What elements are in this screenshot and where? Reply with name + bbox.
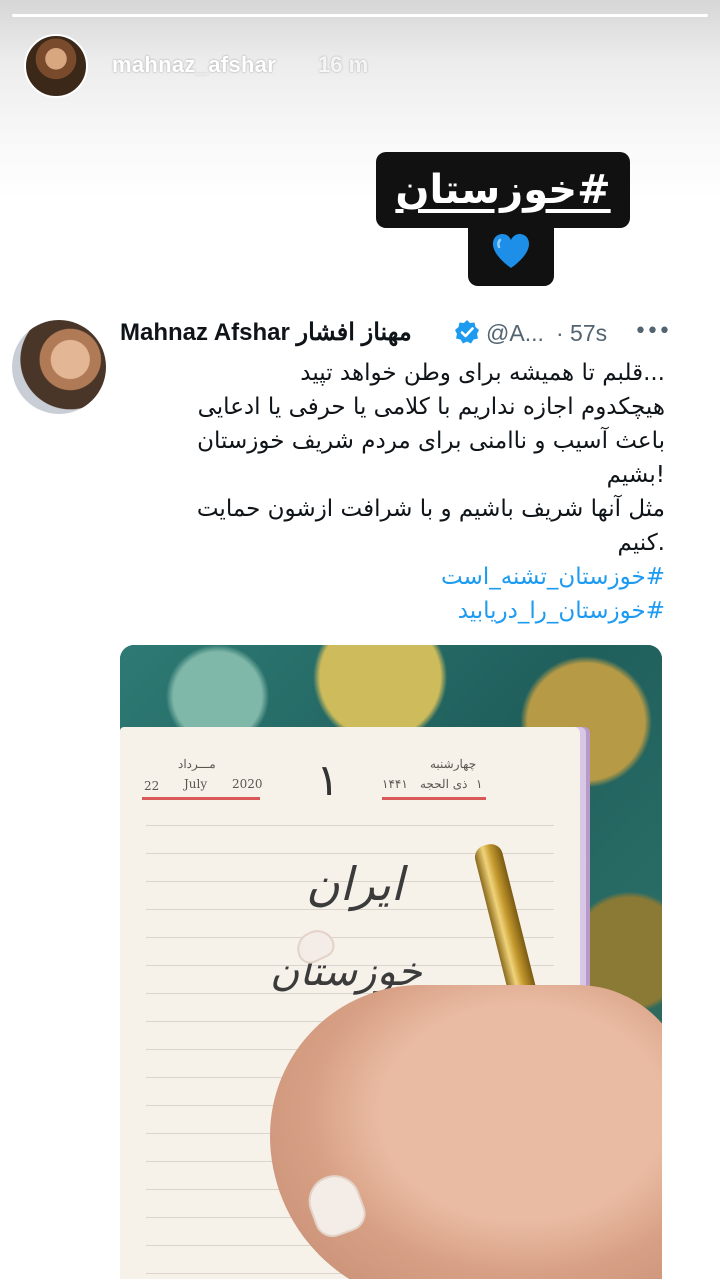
diary-red-rule xyxy=(142,797,260,800)
hashtag-sticker[interactable]: #خوزستان xyxy=(376,152,630,228)
handwriting-iran: ایران xyxy=(306,857,404,911)
diary-month: مـــرداد xyxy=(178,757,216,771)
tweet-hashtag-link[interactable]: #خوزستان_را_دریابید xyxy=(120,594,665,628)
diary-rule-line xyxy=(146,825,554,826)
tweet-line: ...قلبم تا همیشه برای وطن خواهد تپید xyxy=(300,360,665,386)
story-progress-fill xyxy=(12,14,708,17)
story-avatar[interactable] xyxy=(24,34,88,98)
tweet-timestamp[interactable]: · 57s xyxy=(556,320,607,347)
diary-day-en: 22 xyxy=(144,779,160,793)
diary-red-rule xyxy=(382,797,486,800)
tweet-hashtag-link[interactable]: #خوزستان_تشنه_است xyxy=(120,560,665,594)
tweet-handle[interactable]: @A... xyxy=(486,320,544,347)
story-progress-bar xyxy=(12,14,708,17)
tweet-line: !بشیم xyxy=(606,462,665,488)
watermark-logo xyxy=(628,1200,716,1274)
tweet-card: Mahnaz Afshar مهناز افشار @A... · 57s ••… xyxy=(0,312,720,1279)
tweet-avatar[interactable] xyxy=(12,320,106,414)
story-timestamp: 16 m xyxy=(318,52,369,77)
diary-year-en: 2020 xyxy=(232,777,263,791)
story-header: mahnaz_afshar 16 m #خوزستان xyxy=(0,0,720,300)
tweet-line: هیچکدوم اجازه نداریم با کلامی یا حرفی یا… xyxy=(197,394,665,420)
heart-sticker xyxy=(468,218,554,286)
story-username[interactable]: mahnaz_afshar xyxy=(112,52,276,78)
diary-rule-line xyxy=(146,937,554,938)
tweet-line: باعث آسیب و ناامنی برای مردم شریف خوزستا… xyxy=(197,428,665,454)
diary-hijri-year: ۱۴۴۱ xyxy=(382,777,408,791)
tweet-body: ...قلبم تا همیشه برای وطن خواهد تپید هیچ… xyxy=(120,356,665,628)
diary-weekday: چهارشنبه xyxy=(430,757,477,771)
tweet-display-name[interactable]: Mahnaz Afshar مهناز افشار xyxy=(120,318,412,347)
diary-big-day: ١ xyxy=(316,755,340,806)
tweet-photo[interactable]: مـــرداد 22 July 2020 ١ چهارشنبه ۱ ذی ال… xyxy=(120,645,662,1279)
tweet-line: مثل آنها شریف باشیم و با شرافت ازشون حما… xyxy=(196,496,665,522)
verified-badge-icon xyxy=(455,320,479,344)
more-dots-icon[interactable]: ••• xyxy=(634,320,671,344)
blue-heart-icon xyxy=(493,234,529,268)
diary-hijri-day: ۱ xyxy=(476,777,483,791)
diary-month-en: July xyxy=(184,777,208,791)
tweet-line: .کنیم xyxy=(617,530,665,556)
diary-hijri-month: ذی الحجه xyxy=(420,777,468,791)
